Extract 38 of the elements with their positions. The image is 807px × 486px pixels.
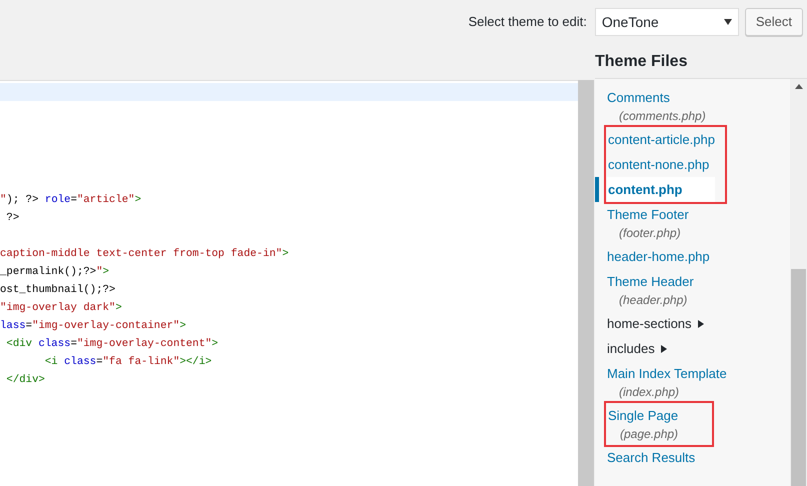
- file-link[interactable]: content-none.php: [608, 154, 715, 175]
- file-name: (header.php): [618, 292, 688, 309]
- code-editor[interactable]: [0, 80, 578, 486]
- code-line: "); ?> role="article">: [0, 193, 142, 208]
- selection-bar: [595, 177, 599, 202]
- expand-arrow-icon[interactable]: [698, 320, 704, 328]
- theme-select-label: Select theme to edit:: [468, 13, 587, 32]
- theme-files-heading: Theme Files: [595, 52, 688, 72]
- theme-select[interactable]: OneTone: [594, 8, 739, 36]
- file-name: (index.php): [618, 384, 680, 401]
- editor-scrollbar[interactable]: [578, 80, 594, 486]
- expand-arrow-icon[interactable]: [660, 344, 667, 352]
- code-line: ost_thumbnail();?>: [0, 283, 116, 298]
- file-link[interactable]: header-home.php: [607, 246, 790, 267]
- code-line: ?>: [5, 211, 20, 226]
- scrollbar-thumb[interactable]: [791, 269, 806, 486]
- file-name: (comments.php): [618, 108, 707, 125]
- file-link[interactable]: Search Results: [607, 447, 790, 468]
- folder-link[interactable]: home-sections: [607, 313, 790, 334]
- file-link[interactable]: content-article.php: [608, 129, 715, 150]
- code-line: <i class="fa fa-link"></i>: [44, 355, 213, 370]
- code-line: "img-overlay dark">: [0, 301, 123, 316]
- code-line: </div>: [5, 373, 46, 388]
- select-button[interactable]: Select: [744, 8, 803, 36]
- file-name: (page.php): [619, 426, 680, 443]
- scroll-up-icon[interactable]: [794, 84, 802, 89]
- code-line: lass="img-overlay-container">: [0, 319, 188, 334]
- file-link[interactable]: Single Page: [608, 405, 702, 426]
- code-line: <div class="img-overlay-content">: [5, 337, 220, 352]
- folder-link[interactable]: includes: [607, 338, 790, 359]
- code-line: _permalink();?>">: [0, 265, 110, 280]
- code-line: caption-middle text-center from-top fade-in">: [0, 247, 290, 262]
- file-link[interactable]: Comments: [607, 87, 790, 108]
- dropdown-caret-icon: [724, 19, 732, 25]
- file-link[interactable]: Theme Header: [607, 271, 790, 292]
- file-link[interactable]: Theme Footer: [607, 204, 790, 225]
- file-link[interactable]: Main Index Template: [607, 363, 790, 384]
- file-name: (footer.php): [618, 225, 682, 242]
